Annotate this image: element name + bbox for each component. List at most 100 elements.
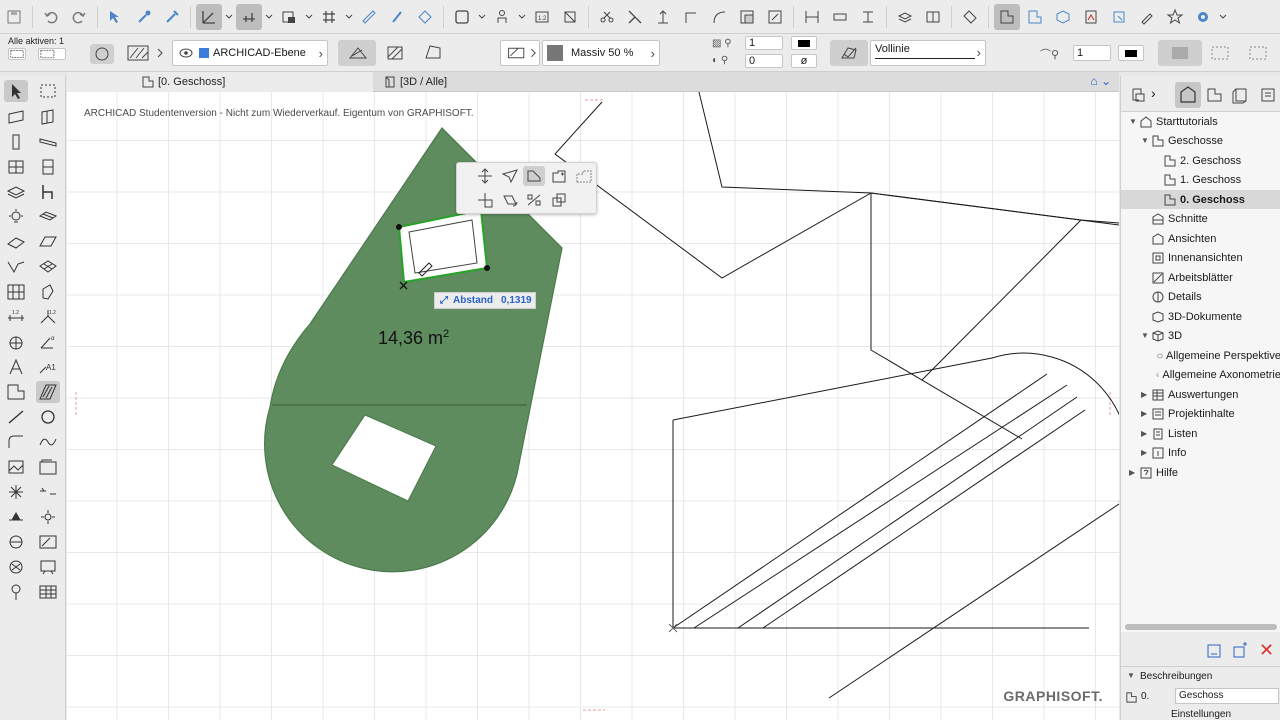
- tree-node-starttutorials[interactable]: ▼ Starttutorials: [1129, 112, 1280, 131]
- spline-icon[interactable]: [36, 431, 60, 453]
- counter-icon[interactable]: 1.2: [529, 4, 555, 30]
- pen-icon[interactable]: [384, 4, 410, 30]
- publish-icon[interactable]: [1106, 4, 1132, 30]
- tree-node-details[interactable]: Details: [1141, 287, 1280, 306]
- rotate-move-icon[interactable]: [474, 190, 496, 210]
- label-icon[interactable]: A1: [36, 356, 60, 378]
- project-map-tab-icon[interactable]: [1175, 82, 1201, 108]
- object-icon[interactable]: [36, 181, 60, 203]
- eyedropper-icon[interactable]: [131, 4, 157, 30]
- contour-toggle-button[interactable]: [830, 40, 868, 66]
- zone-icon[interactable]: [4, 381, 28, 403]
- tree-node-3d-dokumente[interactable]: 3D-Dokumente: [1141, 307, 1280, 326]
- chevron-down-icon[interactable]: [477, 4, 487, 30]
- stair-icon[interactable]: [36, 206, 60, 228]
- view-map-icon[interactable]: [1205, 86, 1225, 104]
- text-icon[interactable]: [4, 356, 28, 378]
- layer-icon[interactable]: [276, 4, 302, 30]
- element-select-poly[interactable]: [38, 48, 66, 60]
- chevron-down-icon[interactable]: [304, 4, 314, 30]
- rotate-icon[interactable]: [499, 190, 521, 210]
- tree-expand-arrow[interactable]: ▶: [1141, 429, 1151, 438]
- beam-icon[interactable]: [36, 131, 60, 153]
- mirror-icon[interactable]: [523, 190, 545, 210]
- clone-icon[interactable]: [1231, 642, 1249, 660]
- settings-button[interactable]: Einstellungen: [1121, 709, 1280, 720]
- 3d-icon[interactable]: [1050, 4, 1076, 30]
- tree-expand-arrow[interactable]: ▶: [1141, 409, 1151, 418]
- chevron-down-icon[interactable]: [1218, 4, 1228, 30]
- tab-0-geschoss[interactable]: [0. Geschoss]: [67, 72, 373, 92]
- rotate-icon[interactable]: [90, 44, 114, 64]
- stretch-icon[interactable]: [799, 4, 825, 30]
- close-icon[interactable]: ✕: [1259, 640, 1274, 661]
- align-icon[interactable]: [855, 4, 881, 30]
- door-icon[interactable]: [36, 106, 60, 128]
- curtain-wall-icon[interactable]: [4, 281, 28, 303]
- tree-node-innenansichten[interactable]: Innenansichten: [1141, 248, 1280, 267]
- fill-fg-button[interactable]: [1206, 40, 1234, 66]
- fill-name-selector[interactable]: Massiv 50 % ›: [542, 40, 660, 66]
- layer-selector[interactable]: ARCHICAD-Ebene ›: [172, 40, 328, 66]
- line-icon[interactable]: [4, 406, 28, 428]
- roof-icon[interactable]: [4, 231, 28, 253]
- chevron-right-icon[interactable]: ›: [1151, 85, 1156, 101]
- person-icon[interactable]: [489, 4, 515, 30]
- tree-node-listen[interactable]: ▶ Listen: [1141, 424, 1280, 443]
- skylight-icon[interactable]: [36, 156, 60, 178]
- element-select-box[interactable]: [8, 48, 26, 60]
- angle-dimension-icon[interactable]: α: [36, 331, 60, 353]
- curve-icon[interactable]: [706, 4, 732, 30]
- wall-icon[interactable]: [4, 106, 28, 128]
- interior-elevation-icon[interactable]: [4, 531, 28, 553]
- contour-pen-field[interactable]: 1: [1073, 45, 1111, 61]
- drag-icon[interactable]: [499, 166, 521, 186]
- chevron-down-icon[interactable]: [264, 4, 274, 30]
- dimension-icon[interactable]: 1.2: [4, 306, 28, 328]
- radial-dimension-icon[interactable]: [4, 331, 28, 353]
- pen-fg-color[interactable]: [791, 36, 817, 50]
- grid-icon[interactable]: [316, 4, 342, 30]
- grid-snap-icon[interactable]: [236, 3, 262, 30]
- pen-fg-field[interactable]: 1: [745, 36, 783, 50]
- collapse-arrow-icon[interactable]: ▼: [1127, 671, 1135, 680]
- slab-icon[interactable]: [4, 181, 28, 203]
- floor-plan-icon[interactable]: [994, 3, 1020, 30]
- grid-element-icon[interactable]: [4, 581, 28, 603]
- save-icon[interactable]: [1, 4, 27, 30]
- settings-icon[interactable]: [1190, 4, 1216, 30]
- section-icon[interactable]: [1022, 4, 1048, 30]
- table-icon[interactable]: [36, 581, 60, 603]
- pen-bg-none[interactable]: ø: [791, 54, 817, 68]
- tree-node-projektinhalte[interactable]: ▶ Projektinhalte: [1141, 404, 1280, 423]
- offset-icon[interactable]: [678, 4, 704, 30]
- new-viewpoint-icon[interactable]: [1205, 642, 1223, 660]
- tree-expand-arrow[interactable]: ▼: [1141, 331, 1151, 340]
- layer-combo-icon[interactable]: [892, 4, 918, 30]
- hotspot-icon[interactable]: [4, 481, 28, 503]
- move-icon[interactable]: [474, 166, 496, 186]
- add-polygon-icon[interactable]: [523, 166, 545, 186]
- inject-icon[interactable]: [159, 4, 185, 30]
- tree-node-0-geschoss[interactable]: 0. Geschoss: [1121, 190, 1280, 209]
- split-icon[interactable]: [622, 4, 648, 30]
- fill-bg-button[interactable]: [1158, 40, 1202, 66]
- favorite-icon[interactable]: [1162, 4, 1188, 30]
- tree-node-arbeitsblaetter[interactable]: Arbeitsblätter: [1141, 268, 1280, 287]
- tracker-value[interactable]: 0,1319: [501, 295, 532, 306]
- tree-node-ansichten[interactable]: Ansichten: [1141, 229, 1280, 248]
- area-label[interactable]: 14,36 m2: [378, 328, 449, 349]
- tree-expand-arrow[interactable]: ▼: [1129, 117, 1139, 126]
- drawing-icon[interactable]: [36, 456, 60, 478]
- tree-expand-arrow[interactable]: ▶: [1129, 468, 1139, 477]
- tag-icon[interactable]: [957, 4, 983, 30]
- tree-node-3d[interactable]: ▼ 3D: [1141, 326, 1280, 345]
- fill-transparent-button[interactable]: [1244, 40, 1274, 66]
- teamwork-icon[interactable]: [920, 4, 946, 30]
- tree-node-hilfe[interactable]: ▶ Hilfe: [1129, 463, 1280, 482]
- magic-wand-icon[interactable]: [557, 4, 583, 30]
- tree-node-allgemeine-axonometrie[interactable]: Allgemeine Axonometrie: [1153, 365, 1280, 384]
- project-map-icon[interactable]: [1129, 86, 1149, 104]
- ruler-icon[interactable]: [356, 4, 382, 30]
- tree-node-geschosse[interactable]: ▼ Geschosse: [1141, 131, 1280, 150]
